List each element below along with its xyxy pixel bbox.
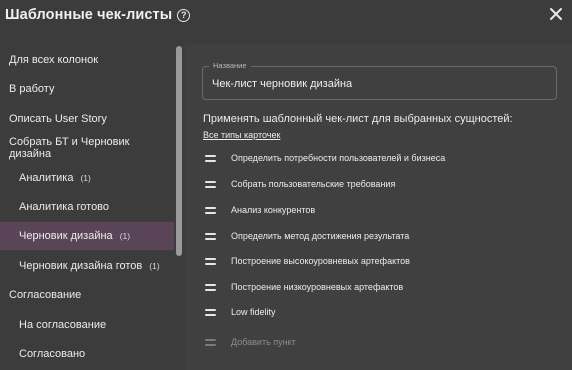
- template-editor: Название Чек-лист черновик дизайна Приме…: [185, 44, 572, 370]
- add-item-button[interactable]: Добавить пункт: [205, 334, 296, 350]
- template-name-field[interactable]: Название Чек-лист черновик дизайна: [202, 61, 557, 100]
- drag-handle-icon[interactable]: [205, 154, 216, 162]
- checklist-item-text: Определить метод достижения результата: [231, 231, 410, 241]
- sidebar-item-all-columns[interactable]: Для всех колонок: [0, 46, 174, 74]
- drag-handle-icon[interactable]: [205, 206, 216, 214]
- item-count: (1): [119, 231, 131, 241]
- drag-handle-icon[interactable]: [205, 283, 216, 291]
- sidebar-item-label: Черновик дизайна готов: [19, 260, 143, 272]
- add-item-label: Добавить пункт: [231, 337, 296, 347]
- drag-handle-icon: [205, 338, 216, 346]
- sidebar-item-label: Согласовано: [19, 348, 86, 360]
- sidebar-item-label: Черновик дизайна: [19, 230, 113, 242]
- sidebar-item-user-story[interactable]: Описать User Story: [0, 105, 174, 133]
- checklist-item-text: Построение низкоуровневых артефактов: [231, 282, 404, 292]
- sidebar-item-label: Аналитика готово: [19, 201, 110, 213]
- sidebar-item-design-draft-done[interactable]: Черновик дизайна готов (1): [0, 252, 174, 280]
- field-value[interactable]: Чек-лист черновик дизайна: [212, 78, 352, 90]
- item-count: (1): [149, 261, 160, 271]
- sidebar-item-approved[interactable]: Согласовано: [0, 340, 174, 368]
- drag-handle-icon[interactable]: [205, 308, 216, 316]
- checklist-item[interactable]: Определить потребности пользователей и б…: [205, 150, 445, 166]
- sidebar-item-label: Собрать БТ и Черновик дизайна: [9, 136, 130, 160]
- drag-handle-icon[interactable]: [205, 232, 216, 240]
- sidebar-item-label: Согласование: [9, 289, 82, 301]
- checklist-item[interactable]: Построение высокоуровневых артефактов: [205, 253, 410, 269]
- drag-handle-icon[interactable]: [205, 180, 216, 188]
- sidebar-item-to-work[interactable]: В работу: [0, 75, 174, 103]
- checklist-templates-dialog: Шаблонные чек-листы ? Для всех колонок В…: [0, 0, 572, 370]
- checklist-item[interactable]: Построение низкоуровневых артефактов: [205, 279, 403, 295]
- drag-handle-icon[interactable]: [205, 257, 216, 265]
- checklist-item[interactable]: Определить метод достижения результата: [205, 228, 409, 244]
- checklist-item-text: Собрать пользовательские требования: [231, 179, 396, 189]
- checklist-item-text: Low fidelity: [231, 307, 276, 317]
- checklist-item[interactable]: Анализ конкурентов: [205, 202, 315, 218]
- sidebar-item-design-draft[interactable]: Черновик дизайна (1): [0, 222, 174, 250]
- sidebar-item-analytics[interactable]: Аналитика (1): [0, 164, 174, 192]
- dialog-title: Шаблонные чек-листы: [5, 7, 173, 23]
- sidebar-item-label: Для всех колонок: [9, 54, 99, 66]
- sidebar-item-collect-bt[interactable]: Собрать БТ и Черновик дизайна: [0, 134, 174, 162]
- sidebar-item-label: В работу: [9, 83, 55, 95]
- sidebar-item-approval[interactable]: Согласование: [0, 281, 174, 309]
- checklist-item[interactable]: Low fidelity: [205, 304, 276, 320]
- sidebar-item-label: Описать User Story: [9, 113, 107, 125]
- card-types-link[interactable]: Все типы карточек: [203, 130, 280, 140]
- sidebar-item-for-approval[interactable]: На согласование: [0, 311, 174, 339]
- item-count: (1): [80, 173, 91, 183]
- help-icon[interactable]: ?: [177, 8, 191, 22]
- checklist-item-text: Анализ конкурентов: [231, 205, 316, 215]
- sidebar-item-analytics-done[interactable]: Аналитика готово: [0, 193, 174, 221]
- column-sidebar: Для всех колонок В работу Описать User S…: [0, 44, 185, 370]
- close-icon[interactable]: [548, 6, 564, 22]
- apply-description: Применять шаблонный чек-лист для выбранн…: [203, 113, 513, 125]
- dialog-header: Шаблонные чек-листы ?: [0, 0, 572, 30]
- field-label: Название: [209, 61, 251, 70]
- checklist-item-text: Определить потребности пользователей и б…: [231, 153, 446, 163]
- sidebar-item-label: Аналитика: [19, 172, 74, 184]
- sidebar-scrollbar[interactable]: [176, 46, 182, 256]
- checklist-item-text: Построение высокоуровневых артефактов: [231, 256, 410, 266]
- checklist-item[interactable]: Собрать пользовательские требования: [205, 176, 395, 192]
- sidebar-item-label: На согласование: [19, 319, 107, 331]
